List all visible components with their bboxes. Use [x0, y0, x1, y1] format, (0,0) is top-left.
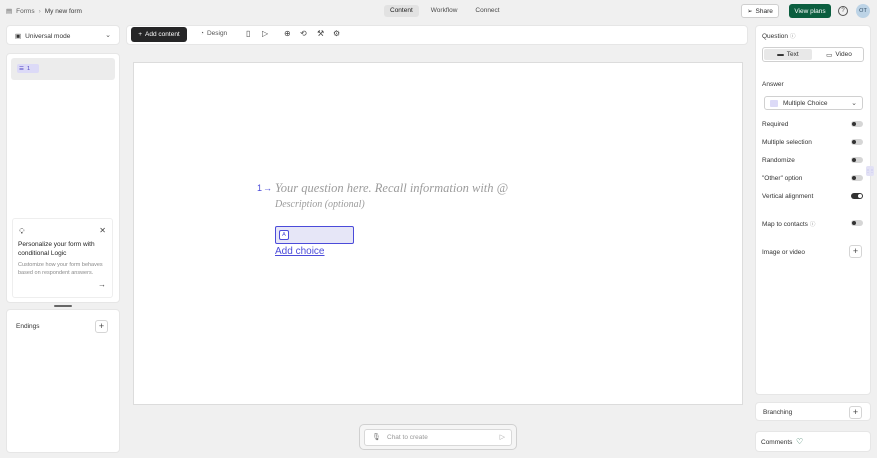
endings-label: Endings: [16, 323, 40, 330]
mode-selector[interactable]: ▣ Universal mode ⌄: [6, 25, 120, 45]
multiple-choice-icon: [770, 100, 778, 107]
settings-icon[interactable]: ⚙: [333, 29, 340, 38]
answer-type-select[interactable]: Multiple Choice ⌄: [764, 96, 863, 110]
add-content-button[interactable]: + Add content: [131, 27, 187, 42]
branching-label: Branching: [763, 409, 793, 416]
design-label: Design: [206, 30, 228, 37]
text-icon: ▬: [777, 51, 784, 58]
text-tab-label: Text: [786, 51, 799, 58]
breadcrumb-forms-link[interactable]: Forms: [16, 8, 34, 15]
question-badge-number: 1: [26, 65, 30, 72]
vertical-alignment-label: Vertical alignment: [762, 193, 814, 200]
send-icon[interactable]: ▷: [500, 433, 505, 441]
question-title-input[interactable]: Your question here. Recall information w…: [275, 181, 508, 196]
palette-icon: ◔: [200, 30, 204, 37]
image-video-label: Image or video: [762, 249, 805, 256]
question-description-input[interactable]: Description (optional): [275, 199, 365, 210]
breadcrumb-separator: ›: [38, 7, 41, 15]
endings-panel: Endings +: [6, 309, 120, 453]
chat-input[interactable]: 🎙︎ Chat to create ▷: [364, 429, 512, 446]
forms-icon: ▤: [6, 8, 13, 15]
tab-content[interactable]: Content: [384, 5, 419, 17]
question-badge: ☰ 1: [17, 64, 39, 73]
plus-icon: +: [138, 31, 143, 38]
info-icon[interactable]: ⓘ: [790, 32, 796, 40]
map-contacts-row: Map to contacts ⓘ: [762, 220, 816, 229]
main-tabs: Content Workflow Connect: [384, 5, 506, 17]
view-plans-button[interactable]: View plans: [789, 4, 831, 18]
arrow-right-icon: →: [263, 183, 272, 193]
video-tab-label: Video: [835, 51, 852, 58]
answer-label: Answer: [762, 81, 784, 88]
chevron-down-icon: ⌄: [851, 100, 857, 107]
scrollbar[interactable]: [54, 305, 72, 307]
promo-description: Customize how your form behaves based on…: [18, 262, 103, 276]
text-tab[interactable]: ▬ Text: [764, 49, 812, 60]
choice-option[interactable]: A: [275, 226, 354, 244]
video-icon: ▭: [826, 51, 833, 59]
choice-key: A: [279, 230, 289, 240]
add-content-label: Add content: [145, 31, 180, 38]
mode-icon: ▣: [15, 33, 22, 40]
mode-label: Universal mode: [25, 32, 71, 40]
randomize-label: Randomize: [762, 157, 795, 164]
microphone-icon[interactable]: 🎙︎: [372, 433, 381, 441]
comment-icon: ♡: [796, 437, 804, 446]
avatar[interactable]: OT: [856, 4, 870, 18]
mobile-preview-icon[interactable]: ▯: [246, 29, 250, 38]
answer-type-value: Multiple Choice: [783, 100, 828, 107]
close-icon[interactable]: ✕: [99, 226, 106, 235]
tab-connect[interactable]: Connect: [469, 5, 505, 17]
add-branch-button[interactable]: +: [849, 406, 862, 419]
share-button[interactable]: ➢ Share: [741, 4, 779, 18]
chevron-down-icon: ⌄: [105, 32, 111, 39]
lightbulb-icon: 💡︎: [19, 227, 25, 236]
question-section-label: Question ⓘ: [762, 32, 796, 41]
other-option-label: "Other" option: [762, 175, 803, 182]
logic-promo-card: 💡︎ ✕ Personalize your form with conditio…: [12, 218, 113, 298]
comments-label: Comments: [761, 439, 793, 446]
branching-panel: Branching +: [755, 402, 871, 421]
map-contacts-toggle[interactable]: [851, 220, 863, 226]
magic-wand-icon[interactable]: ⚒: [317, 29, 324, 38]
share-label: Share: [755, 7, 773, 15]
breadcrumb-form-name[interactable]: My new form: [45, 8, 82, 15]
add-ending-button[interactable]: +: [95, 320, 108, 333]
circle-icon[interactable]: ⊕: [284, 29, 291, 38]
panel-handle[interactable]: ⋮⋮: [866, 166, 874, 176]
translate-icon[interactable]: ⟲: [300, 29, 307, 38]
required-toggle[interactable]: [851, 121, 863, 127]
help-icon[interactable]: ?: [838, 6, 848, 16]
promo-title: Personalize your form with conditional L…: [18, 241, 95, 257]
randomize-toggle[interactable]: [851, 157, 863, 163]
chat-box: 🎙︎ Chat to create ▷: [359, 424, 517, 450]
design-button[interactable]: ◔ Design: [200, 30, 227, 37]
multiple-selection-toggle[interactable]: [851, 139, 863, 145]
play-icon[interactable]: ▷: [262, 29, 268, 38]
multiple-choice-icon: ☰: [19, 65, 24, 72]
arrow-right-icon[interactable]: →: [98, 280, 106, 289]
question-number: 1: [257, 183, 263, 193]
media-toggle: ▬ Text ▭ Video: [762, 47, 864, 62]
breadcrumb: ▤ Forms › My new form: [6, 7, 82, 16]
other-option-toggle[interactable]: [851, 175, 863, 181]
share-icon: ➢: [747, 8, 753, 15]
add-image-button[interactable]: +: [849, 245, 862, 258]
required-label: Required: [762, 121, 789, 128]
add-choice-link[interactable]: Add choice: [275, 246, 324, 257]
info-icon[interactable]: ⓘ: [810, 220, 816, 228]
question-card: [133, 62, 743, 405]
map-contacts-label: Map to contacts: [762, 220, 808, 228]
comments-panel[interactable]: Comments ♡: [755, 431, 871, 452]
video-tab[interactable]: ▭ Video: [815, 49, 863, 60]
vertical-alignment-toggle[interactable]: [851, 193, 863, 199]
multiple-selection-label: Multiple selection: [762, 139, 812, 146]
tab-workflow[interactable]: Workflow: [425, 5, 464, 17]
chat-placeholder: Chat to create: [387, 434, 428, 441]
question-label: Question: [762, 32, 789, 40]
